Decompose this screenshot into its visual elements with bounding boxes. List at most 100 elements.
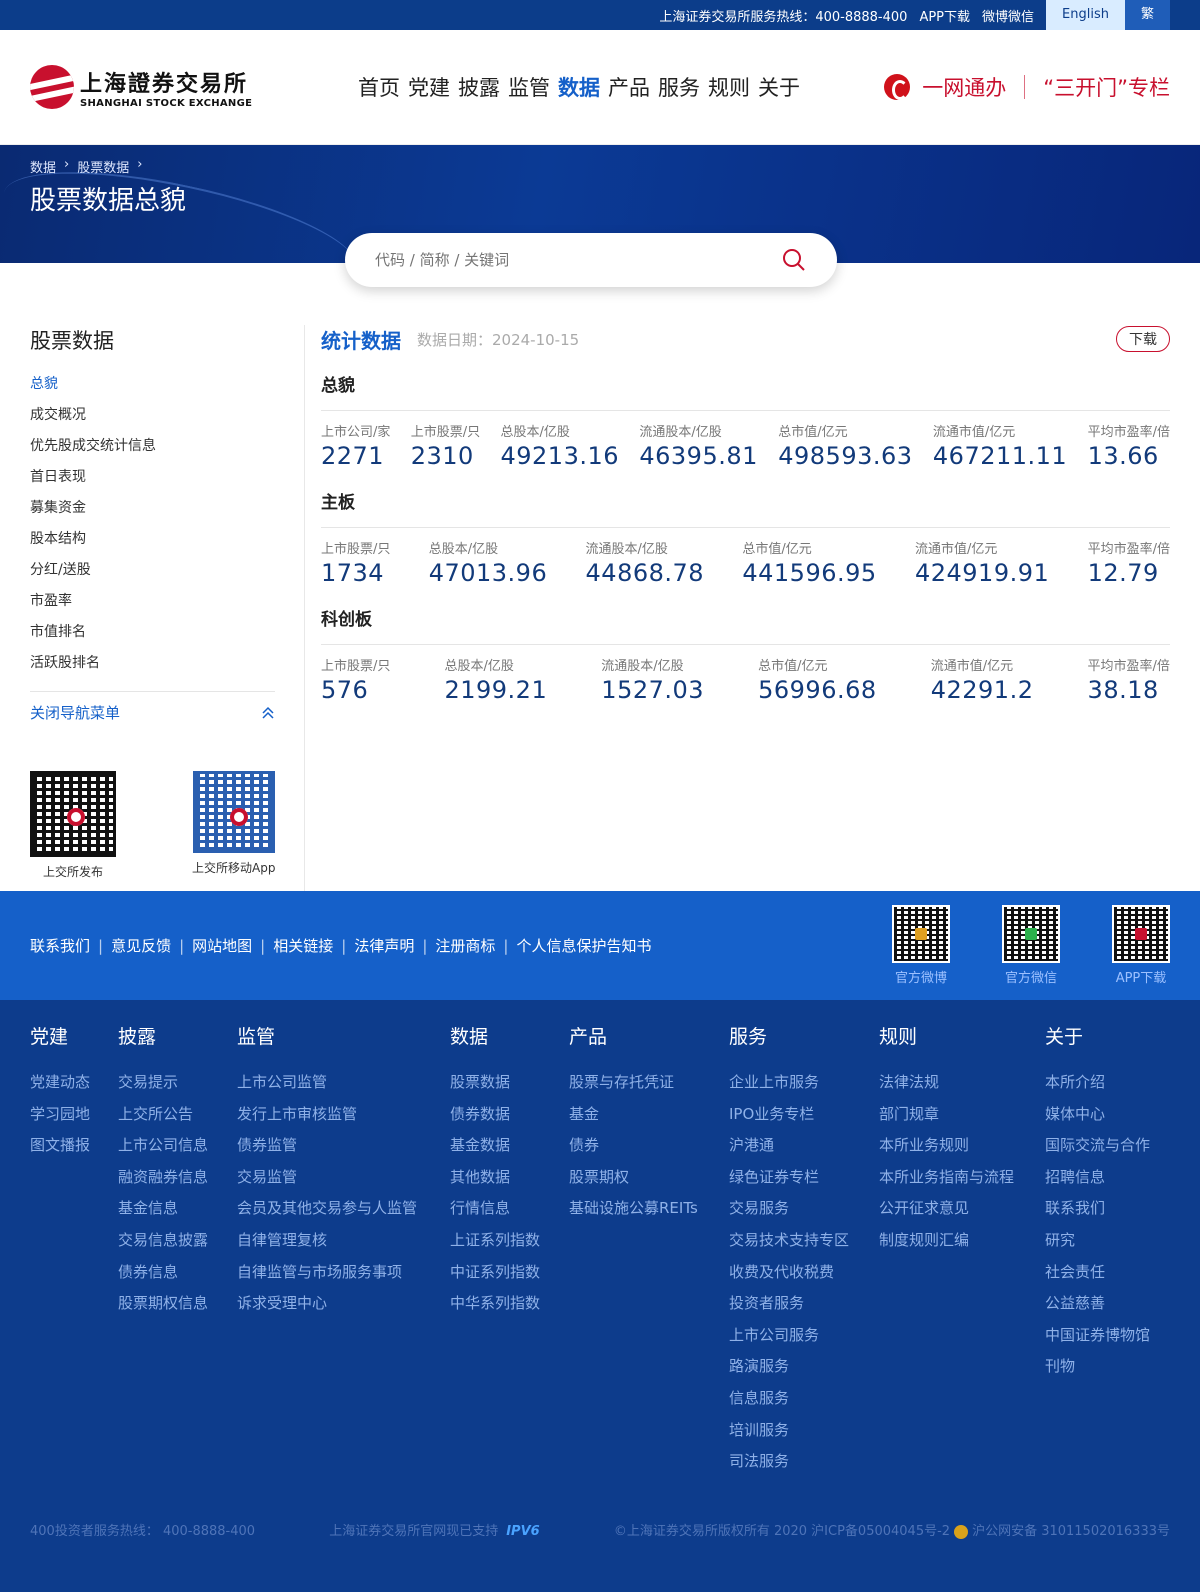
footer-column-link[interactable]: 基金数据: [450, 1134, 569, 1166]
sidebar-item-fundraising[interactable]: 募集资金: [30, 497, 304, 528]
sidebar-item-share-structure[interactable]: 股本结构: [30, 528, 304, 559]
footer-column-link[interactable]: 会员及其他交易参与人监管: [237, 1197, 450, 1229]
footer-column-link[interactable]: 本所业务规则: [879, 1134, 1045, 1166]
weibo-weixin-link[interactable]: 微博微信: [982, 6, 1034, 25]
footer-column-link[interactable]: 本所介绍: [1045, 1071, 1165, 1103]
nav-rules[interactable]: 规则: [708, 72, 750, 102]
sidebar-item-pe[interactable]: 市盈率: [30, 590, 304, 621]
nav-regulation[interactable]: 监管: [508, 72, 550, 102]
footer-column-link[interactable]: 制度规则汇编: [879, 1229, 1045, 1261]
police-record[interactable]: 沪公网安备 31011502016333号: [972, 1524, 1170, 1539]
footer-column-link[interactable]: 债券信息: [118, 1261, 237, 1293]
footer-column-link[interactable]: 党建动态: [30, 1071, 118, 1103]
sidebar-item-dividend[interactable]: 分红/送股: [30, 559, 304, 590]
nav-party[interactable]: 党建: [408, 72, 450, 102]
footer-column-link[interactable]: 绿色证券专栏: [729, 1166, 879, 1198]
footer-column-link[interactable]: 信息服务: [729, 1387, 879, 1419]
search-input[interactable]: [375, 251, 781, 269]
footer-column-link[interactable]: 融资融券信息: [118, 1166, 237, 1198]
footer-column-link[interactable]: 股票与存托凭证: [569, 1071, 729, 1103]
footer-column-link[interactable]: 股票期权: [569, 1166, 729, 1198]
footer-column-heading[interactable]: 关于: [1045, 1022, 1165, 1049]
footer-column-link[interactable]: 债券: [569, 1134, 729, 1166]
footer-column-link[interactable]: 培训服务: [729, 1419, 879, 1451]
search-icon[interactable]: [781, 247, 807, 273]
footer-column-link[interactable]: 学习园地: [30, 1103, 118, 1135]
footer-column-link[interactable]: 企业上市服务: [729, 1071, 879, 1103]
footer-column-link[interactable]: 交易服务: [729, 1197, 879, 1229]
footer-column-link[interactable]: 诉求受理中心: [237, 1292, 450, 1324]
footer-column-link[interactable]: 上市公司信息: [118, 1134, 237, 1166]
footer-column-link[interactable]: 研究: [1045, 1229, 1165, 1261]
footer-column-link[interactable]: 社会责任: [1045, 1261, 1165, 1293]
footer-column-link[interactable]: 其他数据: [450, 1166, 569, 1198]
footer-column-link[interactable]: 上证系列指数: [450, 1229, 569, 1261]
footer-qr-weixin[interactable]: 官方微信: [1002, 905, 1060, 986]
footer-column-link[interactable]: 基础设施公募REITs: [569, 1197, 729, 1229]
footer-column-heading[interactable]: 披露: [118, 1022, 237, 1049]
footer-column-heading[interactable]: 产品: [569, 1022, 729, 1049]
footer-link-contact[interactable]: 联系我们: [30, 935, 90, 956]
footer-column-link[interactable]: 部门规章: [879, 1103, 1045, 1135]
footer-column-link[interactable]: 投资者服务: [729, 1292, 879, 1324]
footer-column-link[interactable]: 自律监管与市场服务事项: [237, 1261, 450, 1293]
footer-column-link[interactable]: 上市公司监管: [237, 1071, 450, 1103]
sidebar-item-overview[interactable]: 总貌: [30, 373, 304, 404]
footer-column-heading[interactable]: 规则: [879, 1022, 1045, 1049]
footer-column-link[interactable]: 公开征求意见: [879, 1197, 1045, 1229]
sidebar-item-turnover[interactable]: 成交概况: [30, 404, 304, 435]
footer-column-link[interactable]: 路演服务: [729, 1355, 879, 1387]
footer-column-link[interactable]: 交易提示: [118, 1071, 237, 1103]
english-link[interactable]: English: [1046, 0, 1125, 30]
footer-column-link[interactable]: 债券数据: [450, 1103, 569, 1135]
app-download-link[interactable]: APP下载: [919, 6, 970, 25]
footer-column-link[interactable]: 媒体中心: [1045, 1103, 1165, 1135]
icp-text[interactable]: ©上海证券交易所版权所有 2020 沪ICP备05004045号-2: [614, 1524, 950, 1539]
footer-column-link[interactable]: 行情信息: [450, 1197, 569, 1229]
footer-column-link[interactable]: 本所业务指南与流程: [879, 1166, 1045, 1198]
footer-column-link[interactable]: 交易监管: [237, 1166, 450, 1198]
nav-data[interactable]: 数据: [558, 72, 600, 102]
footer-column-link[interactable]: 公益慈善: [1045, 1292, 1165, 1324]
footer-column-link[interactable]: 招聘信息: [1045, 1166, 1165, 1198]
footer-column-link[interactable]: 中国证券博物馆: [1045, 1324, 1165, 1356]
footer-link-legal[interactable]: 法律声明: [354, 935, 414, 956]
footer-column-link[interactable]: 基金: [569, 1103, 729, 1135]
footer-link-privacy[interactable]: 个人信息保护告知书: [516, 935, 651, 956]
footer-column-link[interactable]: 发行上市审核监管: [237, 1103, 450, 1135]
sidebar-item-preferred[interactable]: 优先股成交统计信息: [30, 435, 304, 466]
footer-column-heading[interactable]: 监管: [237, 1022, 450, 1049]
footer-column-link[interactable]: 上交所公告: [118, 1103, 237, 1135]
footer-column-link[interactable]: 自律管理复核: [237, 1229, 450, 1261]
nav-disclosure[interactable]: 披露: [458, 72, 500, 102]
sse-logo[interactable]: 上海證券交易所 SHANGHAI STOCK EXCHANGE: [30, 65, 320, 109]
footer-column-link[interactable]: 收费及代收税费: [729, 1261, 879, 1293]
footer-column-link[interactable]: 股票期权信息: [118, 1292, 237, 1324]
footer-column-link[interactable]: 联系我们: [1045, 1197, 1165, 1229]
footer-column-heading[interactable]: 数据: [450, 1022, 569, 1049]
footer-column-link[interactable]: 司法服务: [729, 1450, 879, 1482]
footer-column-link[interactable]: 股票数据: [450, 1071, 569, 1103]
footer-link-trademark[interactable]: 注册商标: [435, 935, 495, 956]
sidebar-item-first-day[interactable]: 首日表现: [30, 466, 304, 497]
nav-products[interactable]: 产品: [608, 72, 650, 102]
footer-link-sitemap[interactable]: 网站地图: [192, 935, 252, 956]
ywtb-link[interactable]: 一网通办: [922, 72, 1006, 102]
footer-column-link[interactable]: 中华系列指数: [450, 1292, 569, 1324]
footer-column-link[interactable]: 交易信息披露: [118, 1229, 237, 1261]
footer-column-link[interactable]: 国际交流与合作: [1045, 1134, 1165, 1166]
footer-column-heading[interactable]: 党建: [30, 1022, 118, 1049]
footer-column-heading[interactable]: 服务: [729, 1022, 879, 1049]
footer-column-link[interactable]: 刊物: [1045, 1355, 1165, 1387]
sidebar-item-active-rank[interactable]: 活跃股排名: [30, 652, 304, 683]
footer-column-link[interactable]: 沪港通: [729, 1134, 879, 1166]
nav-home[interactable]: 首页: [358, 72, 400, 102]
footer-column-link[interactable]: 中证系列指数: [450, 1261, 569, 1293]
close-nav-menu[interactable]: 关闭导航菜单: [30, 691, 275, 723]
footer-link-related[interactable]: 相关链接: [273, 935, 333, 956]
traditional-chinese-link[interactable]: 繁: [1124, 0, 1170, 30]
footer-column-link[interactable]: 图文播报: [30, 1134, 118, 1166]
nav-about[interactable]: 关于: [758, 72, 800, 102]
footer-qr-app[interactable]: APP下载: [1112, 905, 1170, 986]
nav-services[interactable]: 服务: [658, 72, 700, 102]
